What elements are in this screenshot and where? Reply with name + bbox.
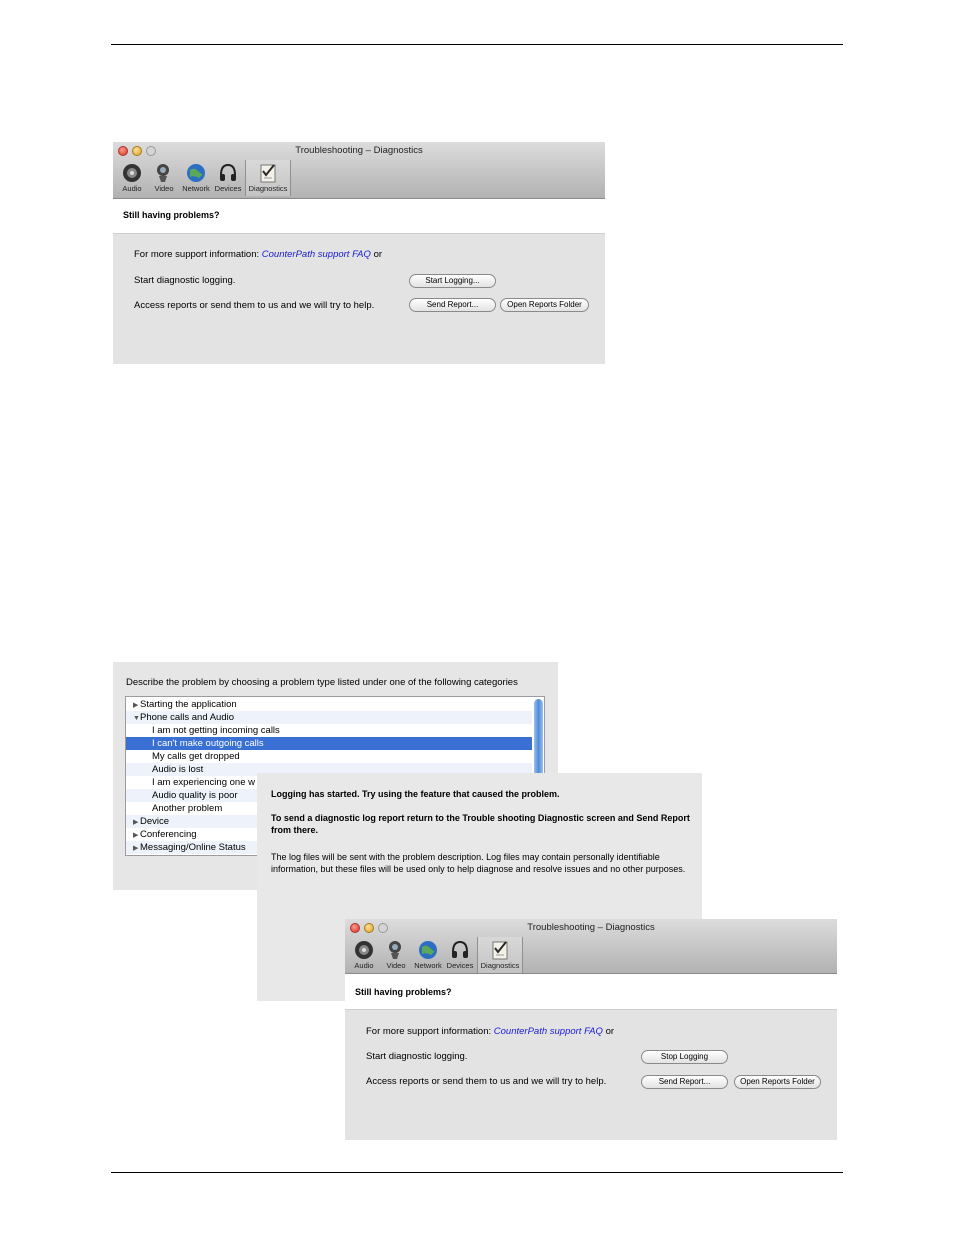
toolbar-audio[interactable]: Audio xyxy=(117,160,147,196)
toolbar-video-label: Video xyxy=(386,961,406,970)
checklist-icon xyxy=(260,164,276,183)
reports-label: Access reports or send them to us and we… xyxy=(366,1076,607,1087)
toolbar-network-label: Network xyxy=(182,184,210,193)
support-prefix: For more support information: xyxy=(134,249,260,260)
top-rule xyxy=(111,44,843,45)
camera-icon xyxy=(157,164,169,182)
toolbar-network-label: Network xyxy=(414,961,442,970)
preferences-toolbar: Audio Video Network Devices Diagnostics xyxy=(349,937,523,973)
toolbar-diagnostics-label: Diagnostics xyxy=(480,961,520,970)
support-suffix: or xyxy=(605,1026,615,1037)
list-item-label: Audio is lost xyxy=(152,764,204,775)
support-faq-link[interactable]: CounterPath support FAQ xyxy=(494,1026,603,1037)
preferences-toolbar: Audio Video Network Devices Diagnostics xyxy=(117,160,291,196)
list-item-label: Another problem xyxy=(152,803,223,814)
window-title: Troubleshooting – Diagnostics xyxy=(527,922,655,933)
list-item[interactable]: ▶ Starting the application xyxy=(126,698,532,711)
support-row: For more support information: CounterPat… xyxy=(134,249,382,260)
support-prefix: For more support information: xyxy=(366,1026,492,1037)
privacy-notice: The log files will be sent with the prob… xyxy=(271,852,686,874)
diagnostics-panel: For more support information: CounterPat… xyxy=(113,233,605,364)
logging-label: Start diagnostic logging. xyxy=(134,275,236,286)
window-titlebar: Troubleshooting – Diagnostics Audio Vide… xyxy=(113,142,605,199)
toolbar-devices[interactable]: Devices xyxy=(445,937,475,973)
toolbar-network[interactable]: Network xyxy=(181,160,211,196)
list-item-label: My calls get dropped xyxy=(152,751,240,762)
open-reports-folder-button[interactable]: Open Reports Folder xyxy=(734,1075,821,1089)
list-item-label: Audio quality is poor xyxy=(152,790,238,801)
list-item-label: Conferencing xyxy=(140,829,197,840)
logging-label: Start diagnostic logging. xyxy=(366,1051,468,1062)
list-item-label: Starting the application xyxy=(140,699,237,710)
diagnostics-window-stop: Troubleshooting – Diagnostics Audio Vide… xyxy=(345,919,837,1140)
list-item[interactable]: My calls get dropped xyxy=(126,750,532,763)
list-item-selected[interactable]: I can't make outgoing calls xyxy=(126,737,532,750)
problem-description-prompt: Describe the problem by choosing a probl… xyxy=(126,677,518,688)
toolbar-network[interactable]: Network xyxy=(413,937,443,973)
list-item-label: I can't make outgoing calls xyxy=(152,738,264,749)
toolbar-diagnostics-label: Diagnostics xyxy=(248,184,288,193)
toolbar-diagnostics[interactable]: Diagnostics xyxy=(477,937,523,973)
open-reports-folder-button[interactable]: Open Reports Folder xyxy=(500,298,589,312)
toolbar-video-label: Video xyxy=(154,184,174,193)
send-report-button[interactable]: Send Report... xyxy=(641,1075,728,1089)
toolbar-devices[interactable]: Devices xyxy=(213,160,243,196)
diagnostics-panel: For more support information: CounterPat… xyxy=(345,1009,837,1140)
list-item-label: Messaging/Online Status xyxy=(140,842,246,853)
reports-label: Access reports or send them to us and we… xyxy=(134,300,375,311)
speaker-icon xyxy=(355,941,373,959)
headset-icon xyxy=(220,163,236,181)
support-faq-link[interactable]: CounterPath support FAQ xyxy=(262,249,371,260)
toolbar-audio[interactable]: Audio xyxy=(349,937,379,973)
start-logging-button[interactable]: Start Logging... xyxy=(409,274,496,288)
disclosure-right-icon[interactable]: ▶ xyxy=(133,842,140,855)
toolbar-diagnostics[interactable]: Diagnostics xyxy=(245,160,291,196)
globe-icon xyxy=(419,941,437,959)
globe-icon xyxy=(187,164,205,182)
window-titlebar: Troubleshooting – Diagnostics Audio Vide… xyxy=(345,919,837,974)
logging-started-text: Logging has started. Try using the featu… xyxy=(271,789,560,799)
support-row: For more support information: CounterPat… xyxy=(366,1026,614,1037)
still-having-problems-heading: Still having problems? xyxy=(355,987,452,997)
checklist-icon xyxy=(492,941,508,960)
toolbar-video[interactable]: Video xyxy=(149,160,179,196)
still-having-problems-heading: Still having problems? xyxy=(123,210,220,220)
list-item-label: I am not getting incoming calls xyxy=(152,725,280,736)
toolbar-devices-label: Devices xyxy=(214,184,242,193)
list-item-label: I am experiencing one w xyxy=(152,777,255,788)
send-report-instructions: To send a diagnostic log report return t… xyxy=(271,813,690,835)
toolbar-devices-label: Devices xyxy=(446,961,474,970)
window-title: Troubleshooting – Diagnostics xyxy=(295,145,423,156)
list-item-label: Phone calls and Audio xyxy=(140,712,235,723)
toolbar-video[interactable]: Video xyxy=(381,937,411,973)
list-item-label: Device xyxy=(140,816,170,827)
toolbar-audio-label: Audio xyxy=(354,961,374,970)
toolbar-audio-label: Audio xyxy=(122,184,142,193)
speaker-icon xyxy=(123,164,141,182)
camera-icon xyxy=(389,941,401,959)
support-suffix: or xyxy=(373,249,383,260)
bottom-rule xyxy=(111,1172,843,1173)
stop-logging-button[interactable]: Stop Logging xyxy=(641,1050,728,1064)
diagnostics-window-start: Troubleshooting – Diagnostics Audio Vide… xyxy=(113,142,605,364)
headset-icon xyxy=(452,940,468,958)
list-item[interactable]: ▼Phone calls and Audio xyxy=(126,711,532,724)
send-report-button[interactable]: Send Report... xyxy=(409,298,496,312)
list-item[interactable]: I am not getting incoming calls xyxy=(126,724,532,737)
